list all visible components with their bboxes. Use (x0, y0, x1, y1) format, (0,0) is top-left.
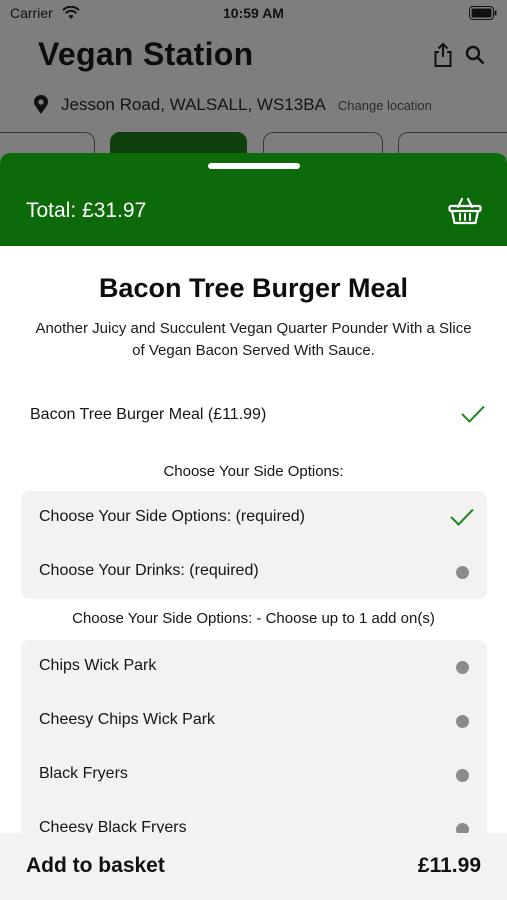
unselected-dot-icon (456, 715, 469, 728)
store-title: Vegan Station (38, 36, 254, 72)
unselected-dot-icon (456, 661, 469, 674)
basket-total: Total: £31.97 (26, 199, 147, 222)
add-to-basket-button[interactable]: Add to basket £11.99 (0, 833, 507, 900)
sheet-header: Total: £31.97 (0, 153, 507, 246)
basket-icon[interactable] (448, 196, 482, 226)
location-row: Jesson Road, WALSALL, WS13BA Change loca… (33, 93, 432, 117)
required-option-row[interactable]: Choose Your Side Options: (required) (21, 491, 487, 545)
add-to-basket-price: £11.99 (417, 854, 481, 877)
add-to-basket-label: Add to basket (26, 854, 165, 877)
main-option-label: Bacon Tree Burger Meal (£11.99) (30, 406, 267, 423)
option-label: Cheesy Chips Wick Park (39, 711, 216, 728)
product-title: Bacon Tree Burger Meal (98, 273, 409, 303)
status-bar: Carrier 10:59 AM (0, 0, 507, 28)
addon-option-row[interactable]: Chips Wick Park (21, 640, 487, 694)
share-icon[interactable] (433, 42, 453, 68)
unselected-dot-icon (456, 769, 469, 782)
product-description: Another Juicy and Succulent Vegan Quarte… (35, 320, 472, 359)
option-label: Black Fryers (39, 765, 128, 782)
location-pin-icon (34, 95, 48, 114)
addon-option-row[interactable]: Cheesy Chips Wick Park (21, 694, 487, 748)
required-options-group: Choose Your Side Options: (required) Cho… (21, 491, 487, 599)
required-option-row[interactable]: Choose Your Drinks: (required) (21, 545, 487, 599)
checkmark-icon (461, 405, 485, 423)
addon-option-row[interactable]: Black Fryers (21, 748, 487, 802)
option-label: Chips Wick Park (39, 657, 157, 674)
unselected-dot-icon (456, 566, 469, 579)
addons-heading: Choose Your Side Options: - Choose up to… (72, 610, 435, 627)
side-options-heading: Choose Your Side Options: (163, 463, 344, 480)
sheet-grabber[interactable] (208, 163, 300, 169)
option-label: Choose Your Drinks: (required) (39, 562, 259, 579)
store-address: Jesson Road, WALSALL, WS13BA (61, 95, 326, 114)
addon-options-group: Chips Wick Park Cheesy Chips Wick Park B… (21, 640, 487, 856)
checkmark-icon (450, 508, 474, 526)
clock: 10:59 AM (223, 5, 284, 21)
battery-icon (469, 6, 497, 20)
option-label: Choose Your Side Options: (required) (39, 508, 305, 525)
search-icon[interactable] (465, 45, 485, 65)
change-location-link[interactable]: Change location (338, 98, 432, 113)
main-option-row[interactable]: Bacon Tree Burger Meal (£11.99) (30, 402, 490, 430)
product-sheet: Total: £31.97 Bacon Tree Burger Meal Ano… (0, 153, 507, 900)
